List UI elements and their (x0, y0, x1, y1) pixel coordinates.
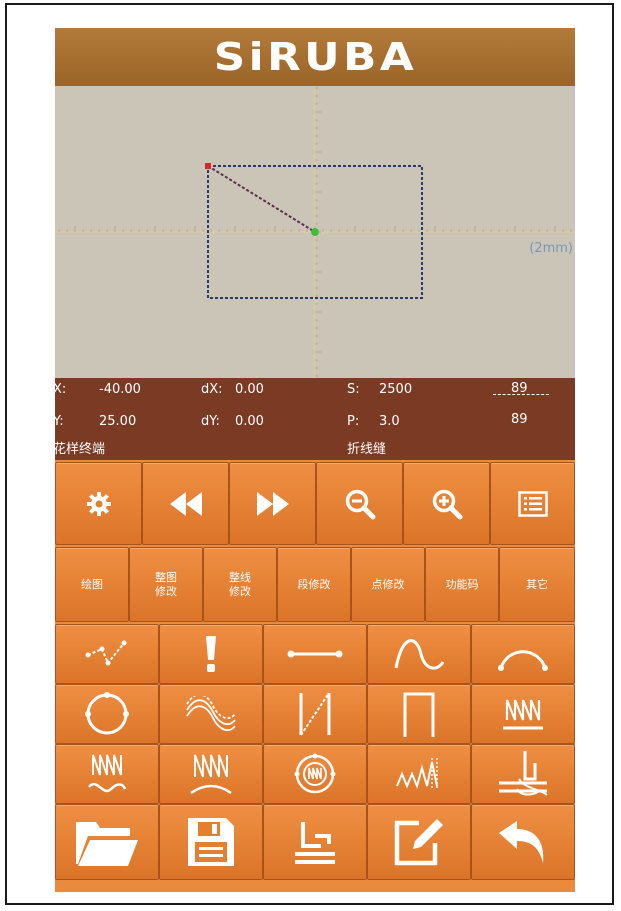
polyline-icon (85, 640, 127, 666)
pitch-label: P: (347, 414, 360, 429)
zigzag-line-tool-button[interactable] (263, 684, 367, 744)
rewind-icon (169, 491, 202, 516)
tab-other-label: 其它 (526, 577, 548, 591)
tab-segment-edit-label: 段修改 (297, 577, 331, 591)
list-button[interactable] (490, 462, 575, 545)
save-icon (188, 818, 234, 866)
pitch-value: 3.0 (379, 414, 400, 429)
curve-icon (394, 639, 445, 670)
x-value: -40.00 (99, 382, 141, 397)
sewing-test-button[interactable] (263, 804, 367, 880)
zigzag-arc-tool-button[interactable] (159, 744, 263, 804)
zigzag-stitch-tool-button[interactable] (471, 684, 575, 744)
fast-forward-button[interactable] (229, 462, 316, 545)
tab-function-code-label: 功能码 (445, 577, 479, 591)
tab-draw[interactable]: 绘图 (55, 547, 129, 622)
multi-curve-tool-button[interactable] (159, 684, 263, 744)
tab-whole-pattern-edit[interactable]: 整图 修改 (129, 547, 203, 622)
exclamation-icon (206, 636, 216, 672)
straight-line-icon (287, 650, 343, 658)
stitch-type: 折线缝 (347, 442, 387, 457)
fast-forward-icon (256, 491, 289, 516)
save-button[interactable] (159, 804, 263, 880)
dx-label: dX: (201, 382, 223, 397)
pattern-svg (55, 86, 575, 378)
zigzag-line-icon (299, 692, 331, 736)
zigzag-circle-icon (294, 753, 336, 794)
straight-line-tool-button[interactable] (263, 624, 367, 684)
zoom-in-icon (432, 489, 462, 519)
zigzag-wave-icon (88, 754, 127, 793)
tab-segment-edit[interactable]: 段修改 (277, 547, 351, 622)
point-status: 花样终端 (55, 442, 106, 457)
curve-tool-button[interactable] (367, 624, 471, 684)
pattern-feed-line (207, 165, 316, 233)
y-label: Y: (55, 414, 64, 429)
circle-icon (85, 692, 129, 735)
list-icon (517, 490, 548, 517)
pattern-shape (205, 163, 423, 299)
multi-curve-icon (186, 696, 236, 732)
y-value: 25.00 (99, 414, 137, 429)
edit-button[interactable] (367, 804, 471, 880)
polyline-tool-button[interactable] (55, 624, 159, 684)
tab-draw-label: 绘图 (81, 577, 103, 591)
return-button[interactable] (471, 804, 575, 880)
tab-whole-line-edit[interactable]: 整线 修改 (203, 547, 277, 622)
zigzag-wave-tool-button[interactable] (55, 744, 159, 804)
info-panel: X: -40.00 Y: 25.00 dX: 0.00 dY: 0.00 S: … (55, 378, 575, 460)
tab-whole-pattern-edit-label: 整图 修改 (155, 570, 177, 598)
pattern-canvas[interactable]: (2mm) (55, 86, 575, 378)
gear-icon (86, 491, 111, 516)
circle-tool-button[interactable] (55, 684, 159, 744)
presser-foot-icon (499, 751, 548, 796)
speed-value: 2500 (379, 382, 413, 397)
folder-open-icon (76, 822, 138, 866)
count-divider (493, 394, 549, 395)
tab-point-edit[interactable]: 点修改 (351, 547, 425, 622)
stitch-count-total: 89 (511, 412, 528, 427)
zoom-in-button[interactable] (403, 462, 490, 545)
single-point-tool-button[interactable] (159, 624, 263, 684)
zoom-out-button[interactable] (316, 462, 403, 545)
start-point-marker (311, 228, 319, 236)
header-bar: SiRUBA (55, 28, 575, 86)
edit-icon (394, 819, 443, 866)
arc-tool-button[interactable] (471, 624, 575, 684)
x-label: X: (55, 382, 67, 397)
settings-button[interactable] (55, 462, 142, 545)
tab-other[interactable]: 其它 (499, 547, 575, 622)
rectangle-icon (403, 692, 435, 737)
open-file-button[interactable] (55, 804, 159, 880)
end-point-marker (205, 163, 211, 169)
brand-logo: SiRUBA (213, 35, 417, 79)
zigzag-circle-tool-button[interactable] (263, 744, 367, 804)
dy-label: dY: (201, 414, 220, 429)
zigzag-arc-icon (190, 754, 232, 795)
speed-label: S: (347, 382, 360, 397)
zigzag-stitch-icon (503, 699, 543, 730)
dy-value: 0.00 (235, 414, 264, 429)
triple-zigzag-icon (396, 758, 438, 790)
panel-screen: SiRUBA (2mm) X: -40.00 Y: 25.00 dX: 0.00… (55, 28, 575, 892)
presser-foot-tool-button[interactable] (471, 744, 575, 804)
dx-value: 0.00 (235, 382, 264, 397)
tab-point-edit-label: 点修改 (371, 577, 405, 591)
tab-function-code[interactable]: 功能码 (425, 547, 499, 622)
tab-whole-line-edit-label: 整线 修改 (229, 570, 251, 598)
triple-zigzag-tool-button[interactable] (367, 744, 471, 804)
sewing-test-icon (295, 822, 335, 864)
rewind-button[interactable] (142, 462, 229, 545)
scale-label: (2mm) (529, 241, 573, 256)
zoom-out-icon (345, 489, 375, 519)
arc-icon (498, 650, 548, 671)
return-icon (499, 821, 544, 863)
rectangle-tool-button[interactable] (367, 684, 471, 744)
